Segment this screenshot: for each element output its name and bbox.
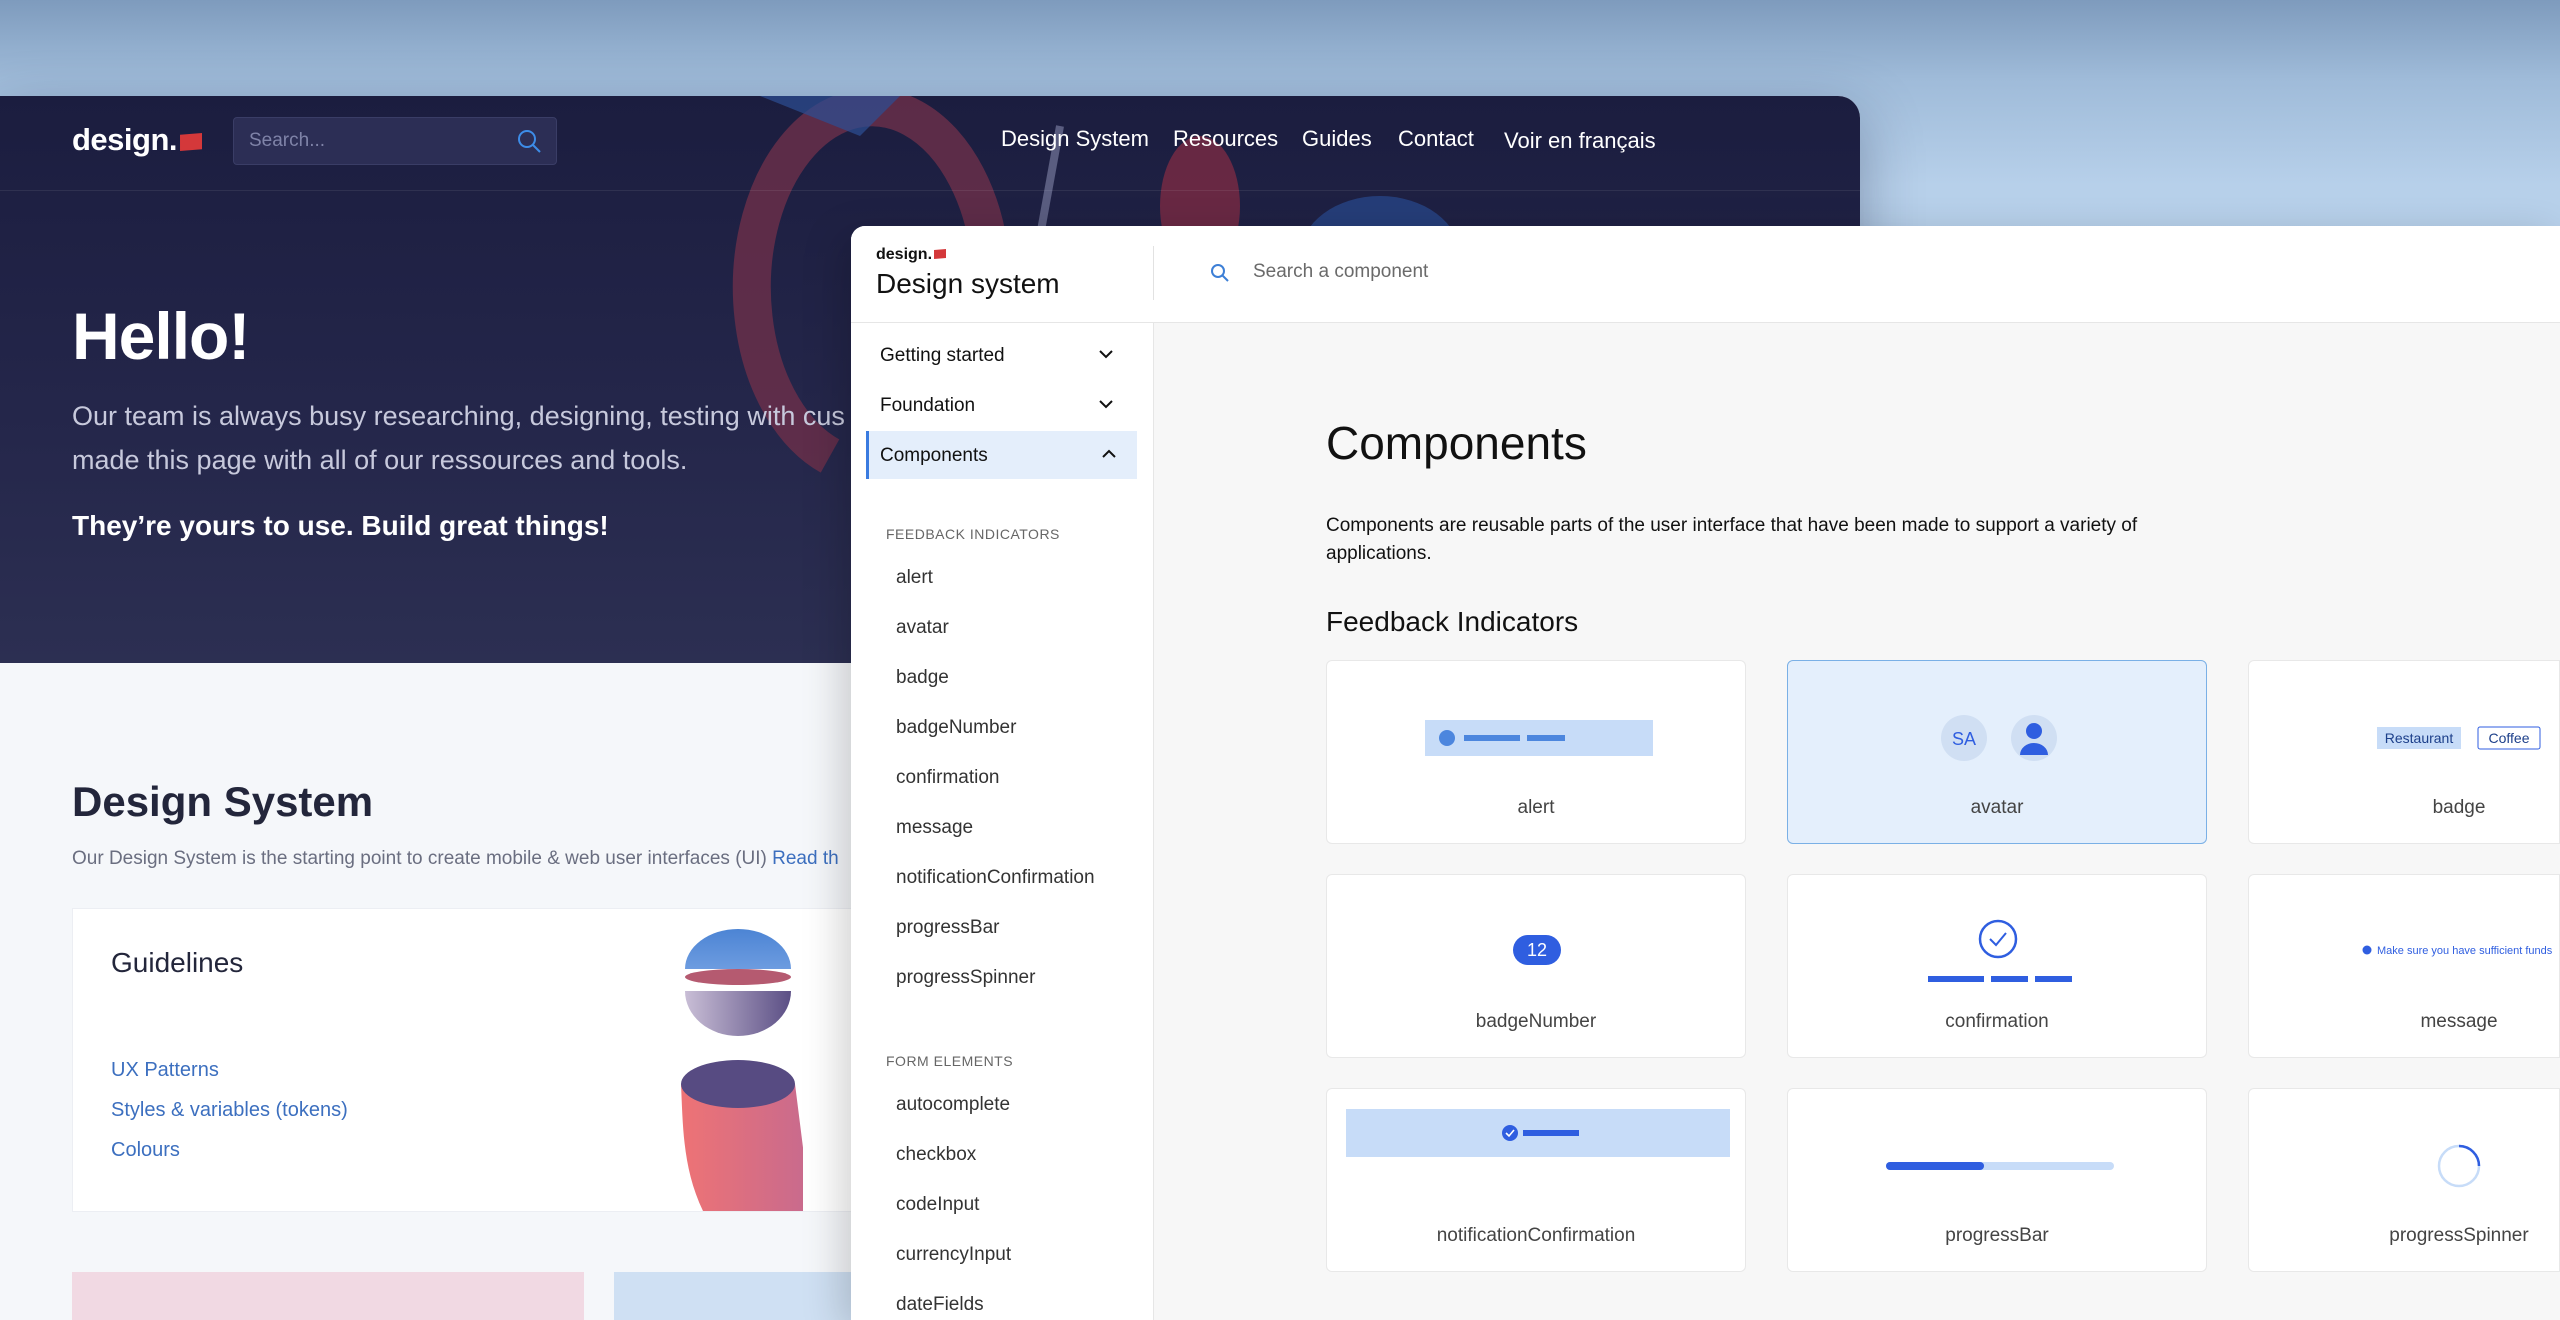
component-tile-badge[interactable]: Restaurant Coffee badge — [2248, 660, 2560, 844]
tile-label: progressBar — [1945, 1225, 2049, 1246]
sidebar: Getting started Foundation Components FE… — [851, 323, 1154, 1320]
component-tile-message[interactable]: Make sure you have sufficient funds mess… — [2248, 874, 2560, 1058]
tile-label: avatar — [1970, 797, 2024, 818]
tile-label: notificationConfirmation — [1436, 1225, 1636, 1246]
sidebar-item-progressspinner[interactable]: progressSpinner — [896, 967, 1035, 989]
nav-guides[interactable]: Guides — [1302, 126, 1372, 152]
search-icon[interactable] — [516, 128, 542, 154]
svg-text:12: 12 — [1527, 940, 1547, 960]
sidebar-item-autocomplete[interactable]: autocomplete — [896, 1094, 1010, 1116]
progressbar-preview — [1886, 1162, 2114, 1170]
tile-label: badgeNumber — [1475, 1011, 1597, 1032]
sidebar-item-message[interactable]: message — [896, 817, 973, 839]
design-system-text: Our Design System is the starting point … — [72, 848, 839, 869]
sidebar-item-badgenumber[interactable]: badgeNumber — [896, 717, 1016, 739]
tile-label: badge — [2432, 797, 2486, 818]
styles-tokens-link[interactable]: Styles & variables (tokens) — [111, 1099, 348, 1122]
sidebar-item-confirmation[interactable]: confirmation — [896, 767, 1000, 789]
component-tile-notificationconfirmation[interactable]: notificationConfirmation — [1326, 1088, 1746, 1272]
message-preview: Make sure you have sufficient funds — [2362, 945, 2553, 957]
guidelines-title: Guidelines — [111, 947, 244, 978]
svg-text:Make sure you have sufficient: Make sure you have sufficient funds — [2377, 945, 2553, 957]
component-tile-progressbar[interactable]: progressBar — [1787, 1088, 2207, 1272]
sidebar-section-components[interactable]: Components — [866, 431, 1137, 479]
app-header: design. Design system — [851, 226, 2560, 323]
hero-tagline: They’re yours to use. Build great things… — [72, 510, 609, 541]
search-icon — [1211, 264, 1229, 282]
component-tile-badgenumber[interactable]: 12 badgeNumber — [1326, 874, 1746, 1058]
sidebar-item-datefields[interactable]: dateFields — [896, 1294, 984, 1316]
component-tile-alert[interactable]: alert — [1326, 660, 1746, 844]
sidebar-item-codeinput[interactable]: codeInput — [896, 1194, 979, 1216]
site-header: design. Search... Design System Resource… — [0, 96, 1860, 191]
sidebar-item-progressbar[interactable]: progressBar — [896, 917, 1000, 939]
design-system-title: Design System — [72, 778, 374, 825]
header-divider — [1153, 246, 1154, 300]
tile-label: message — [2420, 1011, 2498, 1032]
badgenumber-preview: 12 — [1513, 935, 1561, 965]
site-search-input[interactable]: Search... — [233, 117, 557, 165]
ux-patterns-link[interactable]: UX Patterns — [111, 1059, 219, 1082]
guidelines-illustration — [681, 929, 803, 1211]
nav-design-system[interactable]: Design System — [1001, 126, 1149, 152]
avatar-initials: SA — [1952, 729, 1976, 749]
sidebar-item-alert[interactable]: alert — [896, 567, 933, 589]
flag-icon — [934, 249, 947, 259]
nav-contact[interactable]: Contact — [1398, 126, 1474, 152]
section-title: Feedback Indicators — [1326, 606, 1579, 637]
svg-text:Coffee: Coffee — [2489, 730, 2530, 746]
badge-preview: Restaurant Coffee — [2377, 726, 2541, 750]
read-more-link[interactable]: Read th — [772, 848, 839, 869]
alert-preview — [1425, 720, 1653, 756]
sidebar-item-avatar[interactable]: avatar — [896, 617, 949, 639]
component-tile-progressspinner[interactable]: progressSpinner — [2248, 1088, 2560, 1272]
site-logo[interactable]: design. — [72, 122, 203, 158]
sidebar-item-currencyinput[interactable]: currencyInput — [896, 1244, 1011, 1266]
sidebar-section-foundation[interactable]: Foundation — [866, 381, 1134, 429]
nav-language-switch[interactable]: Voir en français — [1504, 128, 1656, 154]
sidebar-section-getting-started[interactable]: Getting started — [866, 331, 1134, 379]
component-tile-confirmation[interactable]: confirmation — [1787, 874, 2207, 1058]
chevron-down-icon — [1099, 400, 1113, 409]
resource-card[interactable] — [72, 1272, 584, 1320]
hero-text: Our team is always busy researching, des… — [72, 401, 887, 475]
app-title: Design system — [876, 268, 1060, 299]
progressspinner-preview — [2437, 1144, 2481, 1188]
sidebar-item-notificationconfirmation[interactable]: notificationConfirmation — [896, 867, 1095, 889]
hero-title: Hello! — [72, 299, 250, 373]
confirmation-preview — [1928, 919, 2072, 982]
page-description: Components are reusable parts of the use… — [1326, 515, 2138, 564]
flag-icon — [180, 133, 203, 151]
svg-text:Restaurant: Restaurant — [2385, 730, 2454, 746]
chevron-up-icon — [1102, 449, 1116, 458]
sidebar-item-checkbox[interactable]: checkbox — [896, 1144, 976, 1166]
component-tile-avatar[interactable]: SA avatar — [1787, 660, 2207, 844]
chevron-down-icon — [1099, 350, 1113, 359]
avatar-preview: SA — [1941, 715, 2057, 761]
component-search-input[interactable] — [1251, 260, 1755, 284]
notificationconfirmation-preview — [1346, 1109, 1730, 1157]
tile-label: alert — [1517, 797, 1555, 818]
resource-card[interactable] — [614, 1272, 874, 1320]
tile-label: progressSpinner — [2389, 1225, 2529, 1246]
app-logo[interactable]: design. — [876, 246, 947, 264]
group-label-feedback: FEEDBACK INDICATORS — [886, 526, 1060, 542]
tile-label: confirmation — [1945, 1011, 2049, 1032]
group-label-form-elements: FORM ELEMENTS — [886, 1053, 1014, 1069]
page-title: Components — [1326, 417, 1587, 469]
sidebar-item-badge[interactable]: badge — [896, 667, 949, 689]
guidelines-card: Guidelines UX Patterns Styles & variable… — [72, 908, 854, 1212]
colours-link[interactable]: Colours — [111, 1139, 180, 1162]
nav-resources[interactable]: Resources — [1173, 126, 1278, 152]
design-system-window: design. Design system Getting started Fo… — [851, 226, 2560, 1320]
